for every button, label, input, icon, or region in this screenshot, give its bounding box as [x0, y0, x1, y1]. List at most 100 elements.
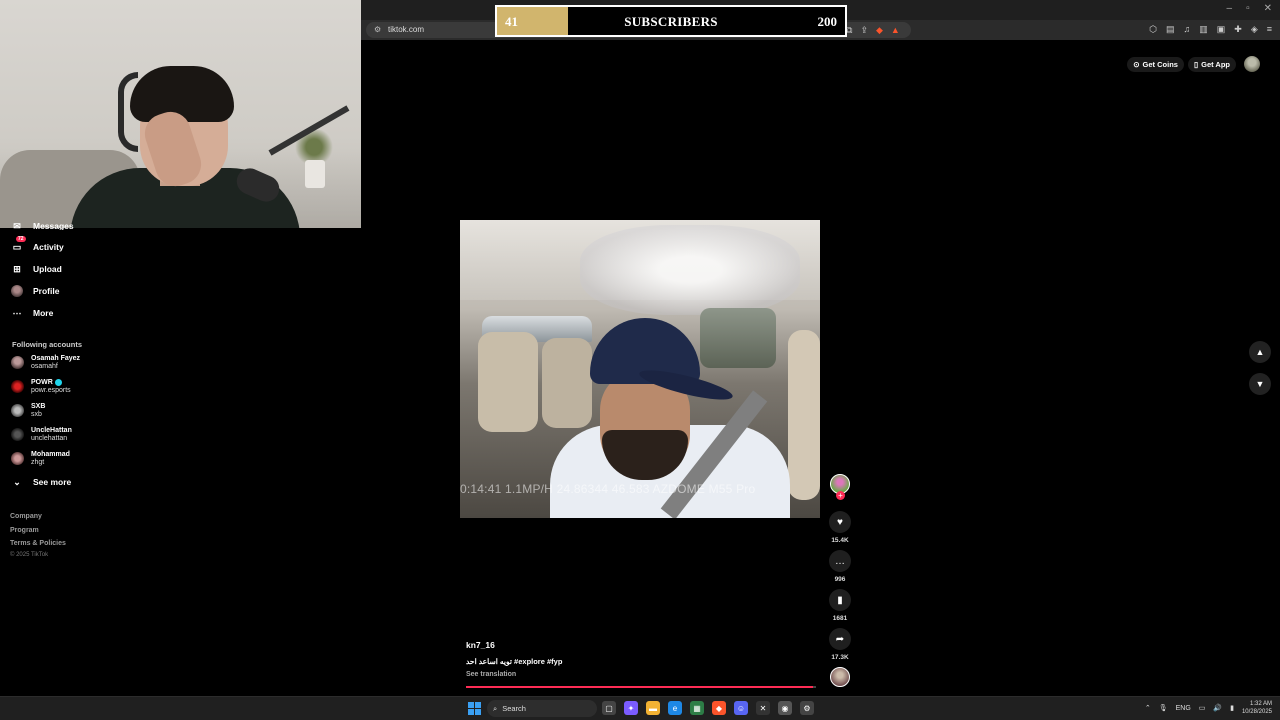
reader-icon[interactable]: ▤ — [1166, 24, 1175, 35]
save-count: 1681 — [832, 615, 848, 622]
following-account-item[interactable]: SXB sxb — [11, 402, 45, 419]
edge-icon[interactable]: e — [668, 701, 682, 715]
heart-icon: ♥ — [837, 516, 843, 528]
sidebar-item-more[interactable]: ⋯ More — [11, 305, 54, 321]
sidebar-icon[interactable]: ▥ — [1199, 24, 1208, 35]
close-button[interactable]: ✕ — [1264, 3, 1272, 14]
copilot-icon[interactable]: ✦ — [624, 701, 638, 715]
obs-icon[interactable]: ◉ — [778, 701, 792, 715]
search-icon: ⌕ — [493, 703, 498, 713]
follow-plus-icon[interactable]: + — [836, 491, 845, 500]
settings-icon[interactable]: ⚙ — [800, 701, 814, 715]
comment-icon: … — [835, 555, 845, 567]
video-progress-bar[interactable] — [466, 686, 816, 688]
save-button[interactable]: ▮ — [829, 589, 851, 611]
share-icon[interactable]: ⇪ — [860, 25, 868, 36]
following-account-item[interactable]: POWR powr.esports — [11, 378, 71, 395]
taskbar-apps: ▢ ✦ ▬ e ▦ ◆ ☺ ✕ ◉ ⚙ — [602, 701, 814, 715]
sidebar-item-profile[interactable]: Profile — [11, 283, 59, 299]
network-icon[interactable]: ▭ — [1199, 704, 1206, 712]
language-indicator[interactable]: ENG — [1176, 705, 1191, 712]
wallet-icon[interactable]: ▣ — [1217, 24, 1226, 35]
task-view-icon[interactable]: ▢ — [602, 701, 616, 715]
account-avatar — [11, 452, 24, 465]
site-settings-icon[interactable]: ⚙ — [374, 25, 381, 34]
microphone-icon[interactable]: 🎙 — [1159, 704, 1168, 712]
get-coins-label: Get Coins — [1142, 59, 1178, 69]
menu-icon[interactable]: ≡ — [1267, 24, 1272, 35]
see-more-button[interactable]: ⌄ See more — [11, 474, 71, 490]
sound-avatar[interactable] — [830, 667, 850, 687]
url-text[interactable]: tiktok.com — [388, 25, 424, 34]
media-icon[interactable]: ♫ — [1183, 24, 1190, 35]
chevron-up-icon[interactable]: ⌃ — [1145, 704, 1151, 712]
chevron-down-icon: ▼ — [1255, 379, 1265, 389]
get-coins-button[interactable]: ⊙ Get Coins — [1127, 56, 1184, 72]
like-count: 15.4K — [831, 537, 849, 544]
post-caption: تويه اساعد احد #explore #fyp — [466, 657, 563, 666]
video-player[interactable]: 0:14:41 1.1MP/H 24.86344 46.583 AZDOME M… — [460, 220, 820, 518]
account-handle: sxb — [31, 411, 42, 418]
copyright: © 2025 TikTok — [10, 551, 49, 558]
next-video-button[interactable]: ▼ — [1249, 373, 1271, 395]
vpn-icon[interactable]: ◈ — [1251, 24, 1258, 35]
footer-link-terms[interactable]: Terms & Policies — [10, 537, 66, 551]
account-avatar — [11, 380, 24, 393]
puzzle-icon[interactable]: ✚ — [1234, 24, 1242, 35]
account-name: Osamah Fayez — [31, 355, 81, 362]
following-account-item[interactable]: Mohammad zhgt — [11, 450, 70, 467]
file-explorer-icon[interactable]: ▬ — [646, 701, 660, 715]
sidebar-footer: Company Program Terms & Policies © 2025 … — [10, 510, 66, 558]
account-name: SXB — [31, 403, 46, 410]
chevron-down-icon: ⌄ — [13, 476, 21, 487]
side-window — [700, 308, 776, 368]
extensions-icon[interactable]: ⬡ — [1149, 24, 1157, 35]
xbox-icon[interactable]: ✕ — [756, 701, 770, 715]
clock[interactable]: 1:32 AM 10/28/2025 — [1242, 700, 1272, 716]
see-translation-link[interactable]: See translation — [466, 671, 516, 678]
following-account-item[interactable]: Osamah Fayez osamahf — [11, 354, 80, 371]
minimize-button[interactable]: – — [1227, 3, 1233, 14]
get-app-label: Get App — [1201, 59, 1230, 69]
account-handle: zhgt — [31, 459, 45, 466]
taskbar-search[interactable]: ⌕ Search — [487, 700, 597, 717]
footer-link-program[interactable]: Program — [10, 524, 66, 538]
video-progress-fill — [466, 686, 813, 688]
activity-badge: 72 — [16, 236, 26, 242]
clock-time: 1:32 AM — [1249, 701, 1272, 707]
more-icon: ⋯ — [12, 307, 22, 318]
messages-icon: ✉ — [13, 222, 21, 230]
headphones — [118, 72, 138, 152]
windows-taskbar: ⌕ Search ▢ ✦ ▬ e ▦ ◆ ☺ ✕ ◉ ⚙ ⌃ 🎙 ENG ▭ 🔊… — [0, 696, 1280, 720]
clock-date: 10/28/2025 — [1241, 709, 1272, 715]
store-icon[interactable]: ▦ — [690, 701, 704, 715]
footer-link-company[interactable]: Company — [10, 510, 66, 524]
comment-button[interactable]: … — [829, 550, 851, 572]
get-app-button[interactable]: ▯ Get App — [1187, 56, 1236, 72]
volume-icon[interactable]: 🔊 — [1213, 704, 1222, 712]
system-tray: ⌃ 🎙 ENG ▭ 🔊 ▮ 1:32 AM 10/28/2025 — [1145, 700, 1272, 716]
sidebar-item-messages[interactable]: ✉ Messages — [11, 222, 74, 230]
windows-start-icon[interactable] — [468, 702, 481, 715]
sidebar-item-label: Messages — [33, 222, 74, 230]
streamer-hair — [130, 66, 234, 122]
like-button[interactable]: ♥ — [829, 511, 851, 533]
discord-icon[interactable]: ☺ — [734, 701, 748, 715]
account-name: Mohammad — [31, 451, 70, 458]
sidebar-item-upload[interactable]: ⊞ Upload — [11, 261, 62, 277]
following-account-item[interactable]: UncleHattan unclehattan — [11, 426, 72, 443]
post-author[interactable]: kn7_16 — [466, 640, 495, 650]
brave-rewards-icon[interactable]: ▲ — [891, 25, 900, 36]
upload-icon: ⊞ — [13, 263, 21, 274]
sidebar-item-activity[interactable]: ▭ 72 Activity — [11, 236, 64, 255]
user-avatar[interactable] — [1244, 56, 1260, 72]
previous-video-button[interactable]: ▲ — [1249, 341, 1271, 363]
battery-icon[interactable]: ▮ — [1230, 704, 1234, 712]
subscriber-goal-overlay: 41 SUBSCRIBERS 200 — [495, 5, 847, 37]
account-name-row: POWR — [31, 378, 71, 387]
maximize-button[interactable]: ▫ — [1246, 3, 1250, 14]
share-button[interactable]: ➦ — [829, 628, 851, 650]
brave-shields-icon[interactable]: ◆ — [876, 25, 883, 36]
account-handle: unclehattan — [31, 435, 68, 442]
brave-icon[interactable]: ◆ — [712, 701, 726, 715]
